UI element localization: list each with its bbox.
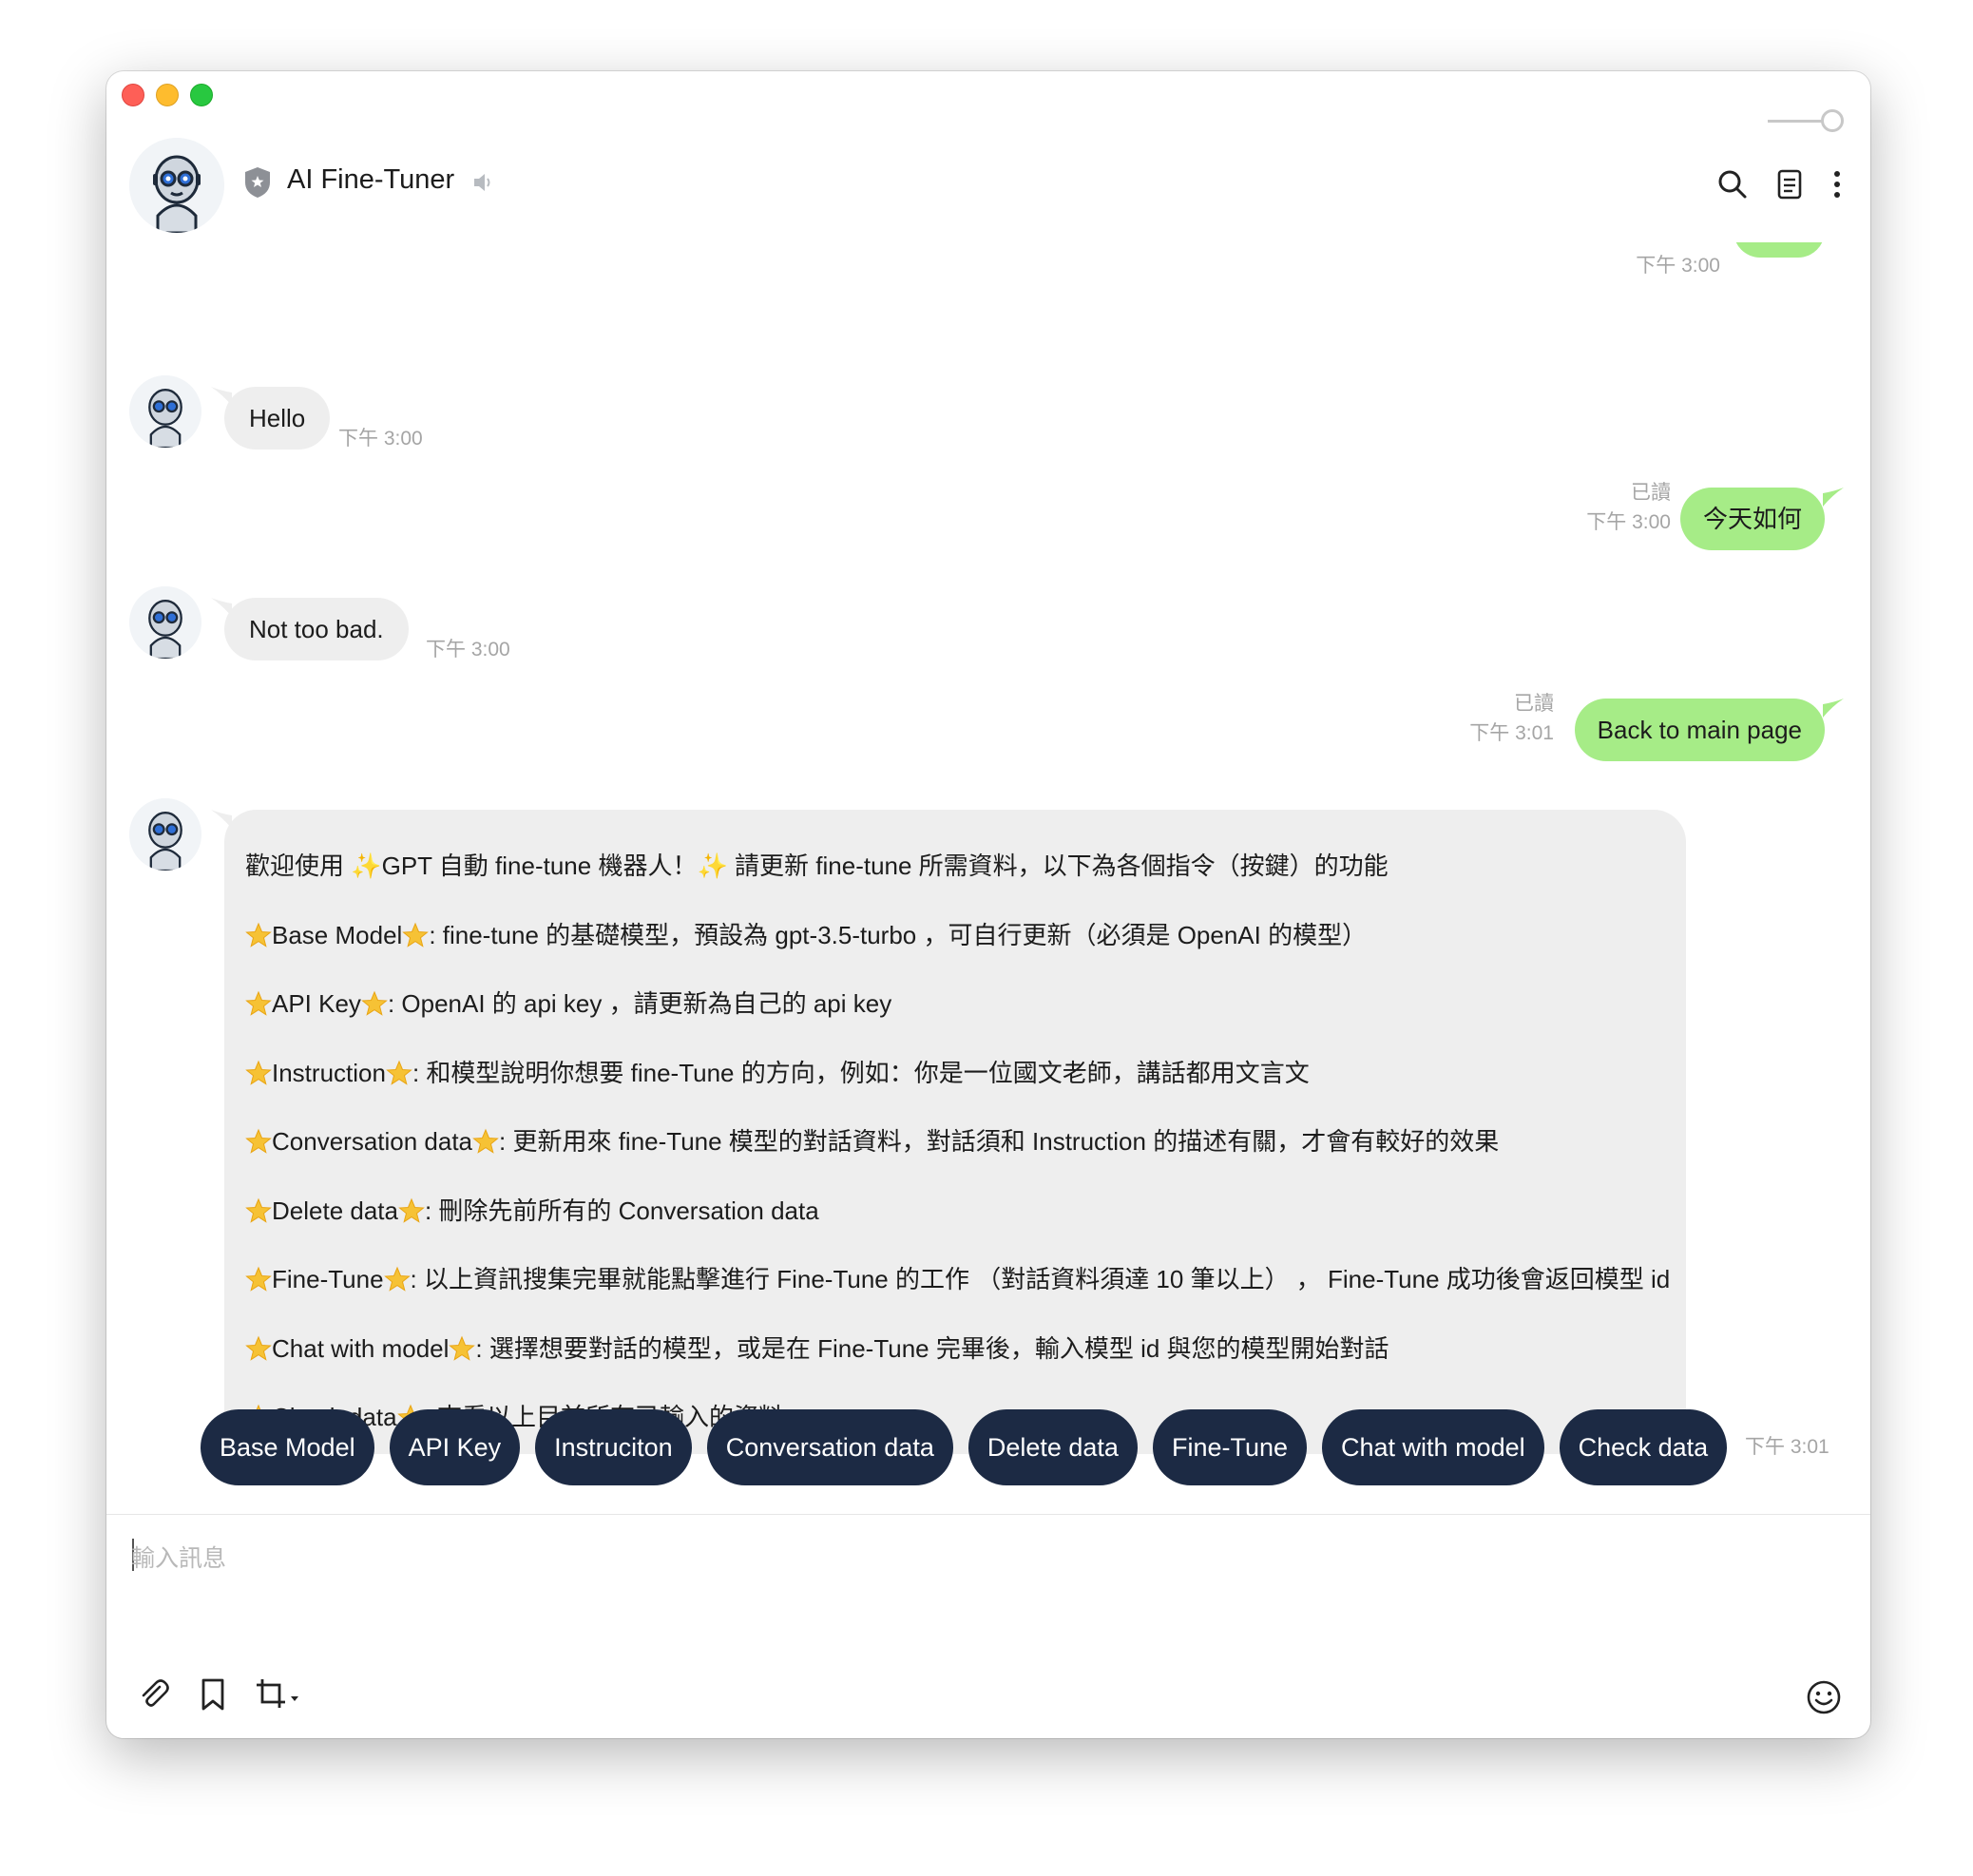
chat-title[interactable]: AI Fine-Tuner (287, 164, 454, 196)
command-name: API Key (272, 989, 361, 1018)
quick-reply-base-model[interactable]: Base Model (201, 1409, 374, 1485)
glowing-star-icon (245, 1060, 272, 1085)
sparkles-icon: ✨ (351, 852, 382, 880)
read-status: 已讀 下午 3:00 (1586, 478, 1671, 537)
search-icon[interactable] (1716, 168, 1749, 201)
command-description: : OpenAI 的 api key ，請更新為自己的 api key (387, 989, 892, 1018)
command-line: Fine-Tune : 以上資訊搜集完畢就能點擊進行 Fine-Tune 的工作 … (245, 1265, 1686, 1334)
quick-reply-bar: Base Model API Key Instruciton Conversat… (201, 1409, 1728, 1485)
glowing-star-icon (386, 1060, 412, 1085)
bot-avatar[interactable] (129, 798, 201, 871)
command-line: Instruction : 和模型說明你想要 fine-Tune 的方向，例如：你… (245, 1059, 1686, 1128)
glowing-star-icon (398, 1197, 425, 1223)
quick-reply-check-data[interactable]: Check data (1559, 1409, 1728, 1485)
message-time: 下午 3:00 (426, 639, 510, 660)
glowing-star-icon (449, 1335, 476, 1361)
composer-toolbar (137, 1677, 302, 1712)
header-actions (1716, 168, 1844, 201)
quick-reply-conversation-data[interactable]: Conversation data (706, 1409, 953, 1485)
command-description: : 以上資訊搜集完畢就能點擊進行 Fine-Tune 的工作 （對話資料須達 1… (410, 1265, 1671, 1293)
command-line: Delete data : 刪除先前所有的 Conversation data (245, 1196, 1686, 1266)
message-time: 下午 3:01 (1469, 722, 1554, 744)
glowing-star-icon (245, 1335, 272, 1361)
notes-icon[interactable] (1773, 168, 1806, 201)
message-time: 下午 3:00 (1636, 255, 1720, 277)
incoming-message[interactable]: Hello (224, 387, 331, 450)
read-label: 已讀 (1631, 482, 1671, 504)
quick-reply-chat-with-model[interactable]: Chat with model (1322, 1409, 1544, 1485)
command-line: Chat with model : 選擇想要對話的模型，或是在 Fine-Tune… (245, 1334, 1686, 1404)
command-line: Base Model : fine-tune 的基礎模型，預設為 gpt-3.5-… (245, 921, 1686, 990)
command-description: : 更新用來 fine-Tune 模型的對話資料，對話須和 Instructio… (499, 1127, 1500, 1156)
intro-text: 歡迎使用 (245, 852, 352, 880)
glowing-star-icon (245, 1197, 272, 1223)
quick-reply-fine-tune[interactable]: Fine-Tune (1152, 1409, 1308, 1485)
command-name: Chat with model (272, 1333, 450, 1363)
read-status: 已讀 下午 3:01 (1469, 689, 1554, 748)
command-description: : 和模型說明你想要 fine-Tune 的方向，例如：你是一位國文老師，講話都… (412, 1058, 1310, 1087)
close-window-button[interactable] (122, 84, 144, 106)
intro-text: 請更新 fine-tune 所需資料，以下為各個指令（按鍵）的功能 (727, 852, 1389, 880)
glowing-star-icon (383, 1266, 411, 1292)
sparkles-icon: ✨ (697, 852, 728, 880)
glowing-star-icon (472, 1128, 499, 1154)
intro-text: GPT 自動 fine-tune 機器人！ (381, 852, 698, 880)
command-line: Conversation data : 更新用來 fine-Tune 模型的對話資… (245, 1127, 1686, 1196)
read-label: 已讀 (1514, 693, 1554, 715)
command-line: API Key : OpenAI 的 api key ，請更新為自己的 api k… (245, 989, 1686, 1059)
outgoing-bubble-partial[interactable] (1734, 242, 1825, 258)
command-name: Instruction (272, 1058, 386, 1087)
command-description: : 選擇想要對話的模型，或是在 Fine-Tune 完畢後，輸入模型 id 與您… (475, 1333, 1389, 1363)
glowing-star-icon (402, 922, 430, 948)
message-list[interactable]: 下午 3:00 Hello 下午 3:00 已讀 下午 3:00 今天如何 No… (106, 242, 1870, 1506)
shield-icon (245, 167, 270, 198)
bubble-tail (1823, 488, 1844, 507)
minimize-window-button[interactable] (156, 84, 179, 106)
message-time: 下午 3:00 (338, 428, 423, 450)
more-options-icon[interactable] (1830, 168, 1844, 201)
maximize-window-button[interactable] (190, 84, 213, 106)
welcome-intro: 歡迎使用 ✨GPT 自動 fine-tune 機器人！✨ 請更新 fine-tu… (245, 852, 1686, 921)
bot-avatar[interactable] (129, 586, 201, 659)
glowing-star-icon (245, 922, 272, 948)
command-name: Conversation data (272, 1127, 473, 1156)
glowing-star-icon (245, 990, 272, 1016)
speaker-icon[interactable] (471, 170, 496, 195)
command-name: Fine-Tune (272, 1265, 384, 1293)
message-input[interactable]: 輸入訊息 (131, 1540, 226, 1574)
bot-avatar[interactable] (129, 375, 201, 448)
glowing-star-icon (245, 1128, 272, 1154)
glowing-star-icon (245, 1266, 272, 1292)
bookmark-icon[interactable] (198, 1677, 228, 1712)
emoji-icon[interactable] (1806, 1679, 1842, 1715)
message-time: 下午 3:00 (1586, 511, 1671, 533)
command-name: Base Model (272, 920, 403, 949)
screenshot-crop-icon[interactable] (255, 1677, 302, 1712)
incoming-message[interactable]: Not too bad. (224, 598, 409, 660)
quick-reply-instruction[interactable]: Instruciton (535, 1409, 692, 1485)
slider-track (1768, 120, 1827, 123)
command-name: Delete data (272, 1196, 398, 1225)
command-description: : 刪除先前所有的 Conversation data (424, 1196, 819, 1225)
composer-divider (106, 1514, 1870, 1515)
chat-window: AI Fine-Tuner 下午 3:00 Hello 下午 3:00 已讀 下… (106, 71, 1870, 1738)
glowing-star-icon (361, 990, 388, 1016)
command-description: : fine-tune 的基礎模型，預設為 gpt-3.5-turbo ，可自行… (429, 920, 1368, 949)
message-time: 下午 3:01 (1745, 1436, 1829, 1458)
chat-header: AI Fine-Tuner (106, 128, 1870, 242)
outgoing-message[interactable]: 今天如何 (1679, 488, 1825, 550)
quick-reply-delete-data[interactable]: Delete data (967, 1409, 1138, 1485)
bot-avatar-large[interactable] (129, 138, 224, 233)
window-controls (122, 84, 213, 106)
bubble-tail (1823, 699, 1844, 718)
welcome-message[interactable]: 歡迎使用 ✨GPT 自動 fine-tune 機器人！✨ 請更新 fine-tu… (224, 810, 1686, 1454)
outgoing-message[interactable]: Back to main page (1574, 699, 1825, 761)
quick-reply-api-key[interactable]: API Key (389, 1409, 521, 1485)
paperclip-icon[interactable] (137, 1677, 171, 1712)
